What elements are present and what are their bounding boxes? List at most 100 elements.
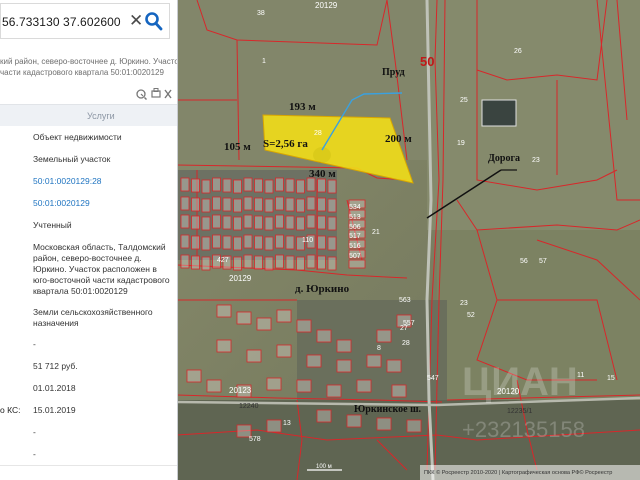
building-parcel[interactable] — [186, 369, 202, 383]
history-icon[interactable] — [136, 89, 147, 100]
building-parcel[interactable] — [254, 235, 263, 250]
building-parcel[interactable] — [275, 234, 284, 249]
building-parcel[interactable] — [233, 179, 242, 194]
building-parcel[interactable] — [180, 254, 190, 269]
building-parcel[interactable] — [285, 215, 295, 230]
building-parcel[interactable] — [266, 377, 282, 391]
building-parcel[interactable] — [326, 384, 342, 398]
building-parcel[interactable] — [243, 196, 253, 211]
building-parcel[interactable] — [222, 235, 232, 250]
building-parcel[interactable] — [254, 178, 263, 193]
building-parcel[interactable] — [233, 256, 242, 271]
building-parcel[interactable] — [180, 214, 190, 229]
building-parcel[interactable] — [376, 417, 392, 431]
building-parcel[interactable] — [264, 236, 274, 251]
building-parcel[interactable] — [212, 214, 221, 229]
building-parcel[interactable] — [296, 179, 305, 194]
building-parcel[interactable] — [296, 256, 305, 271]
building-parcel[interactable] — [275, 177, 284, 192]
building-parcel[interactable] — [201, 216, 211, 231]
building-parcel[interactable] — [243, 214, 253, 229]
building-parcel[interactable] — [296, 319, 312, 333]
building-parcel[interactable] — [206, 379, 222, 393]
building-parcel[interactable] — [316, 409, 332, 423]
building-parcel[interactable] — [191, 215, 200, 230]
building-parcel[interactable] — [346, 414, 362, 428]
building-parcel[interactable] — [306, 254, 316, 269]
building-parcel[interactable] — [222, 215, 232, 230]
building-parcel[interactable] — [246, 349, 262, 363]
search-icon[interactable] — [144, 10, 164, 32]
building-parcel[interactable] — [212, 177, 221, 192]
building-parcel[interactable] — [212, 196, 221, 211]
building-parcel[interactable] — [348, 259, 366, 269]
search-input[interactable]: 56.733130 37.602600 — [2, 15, 121, 29]
building-parcel[interactable] — [243, 177, 253, 192]
building-parcel[interactable] — [317, 215, 326, 230]
building-parcel[interactable] — [233, 198, 242, 213]
building-parcel[interactable] — [317, 197, 326, 212]
building-parcel[interactable] — [327, 256, 337, 271]
building-parcel[interactable] — [180, 196, 190, 211]
building-parcel[interactable] — [275, 254, 284, 269]
building-parcel[interactable] — [317, 178, 326, 193]
building-parcel[interactable] — [233, 216, 242, 231]
building-parcel[interactable] — [285, 255, 295, 270]
building-parcel[interactable] — [327, 216, 337, 231]
building-parcel[interactable] — [191, 178, 200, 193]
building-parcel[interactable] — [256, 317, 272, 331]
building-parcel[interactable] — [391, 384, 407, 398]
building-parcel[interactable] — [296, 216, 305, 231]
building-parcel[interactable] — [201, 236, 211, 251]
building-parcel[interactable] — [285, 235, 295, 250]
building-parcel[interactable] — [306, 196, 316, 211]
building-parcel[interactable] — [276, 344, 292, 358]
building-parcel[interactable] — [233, 236, 242, 251]
building-parcel[interactable] — [327, 179, 337, 194]
building-parcel[interactable] — [236, 311, 252, 325]
building-parcel[interactable] — [191, 255, 200, 270]
building-parcel[interactable] — [406, 419, 422, 433]
building-parcel[interactable] — [327, 198, 337, 213]
building-parcel[interactable] — [316, 329, 332, 343]
building-parcel[interactable] — [222, 178, 232, 193]
building-parcel[interactable] — [386, 359, 402, 373]
building-parcel[interactable] — [336, 359, 352, 373]
building-parcel[interactable] — [180, 177, 190, 192]
building-parcel[interactable] — [201, 256, 211, 271]
building-parcel[interactable] — [296, 198, 305, 213]
building-parcel[interactable] — [212, 234, 221, 249]
building-parcel[interactable] — [243, 254, 253, 269]
building-parcel[interactable] — [336, 339, 352, 353]
building-parcel[interactable] — [356, 379, 372, 393]
building-parcel[interactable] — [296, 379, 312, 393]
building-parcel[interactable] — [264, 256, 274, 271]
building-parcel[interactable] — [264, 216, 274, 231]
building-parcel[interactable] — [376, 329, 392, 343]
cadastral-map[interactable]: 193 м 105 м 200 м 340 м S=2,56 га Пруд Д… — [177, 0, 640, 480]
cadastral-link[interactable]: 50:01:0020129 — [33, 198, 90, 209]
building-parcel[interactable] — [264, 198, 274, 213]
building-parcel[interactable] — [327, 236, 337, 251]
building-parcel[interactable] — [285, 197, 295, 212]
building-parcel[interactable] — [222, 197, 232, 212]
building-parcel[interactable] — [306, 354, 322, 368]
building-parcel[interactable] — [216, 339, 232, 353]
building-parcel[interactable] — [317, 235, 326, 250]
close-icon[interactable] — [164, 89, 172, 99]
building-parcel[interactable] — [306, 214, 316, 229]
building-parcel[interactable] — [201, 198, 211, 213]
close-icon[interactable]: ✕ — [129, 11, 143, 31]
building-parcel[interactable] — [317, 255, 326, 270]
building-parcel[interactable] — [191, 197, 200, 212]
building-parcel[interactable] — [201, 179, 211, 194]
building-parcel[interactable] — [266, 419, 282, 433]
building-parcel[interactable] — [216, 304, 232, 318]
building-parcel[interactable] — [191, 235, 200, 250]
building-parcel[interactable] — [276, 309, 292, 323]
print-icon[interactable] — [151, 88, 161, 98]
building-parcel[interactable] — [264, 179, 274, 194]
building-parcel[interactable] — [254, 215, 263, 230]
building-parcel[interactable] — [275, 214, 284, 229]
building-parcel[interactable] — [243, 234, 253, 249]
